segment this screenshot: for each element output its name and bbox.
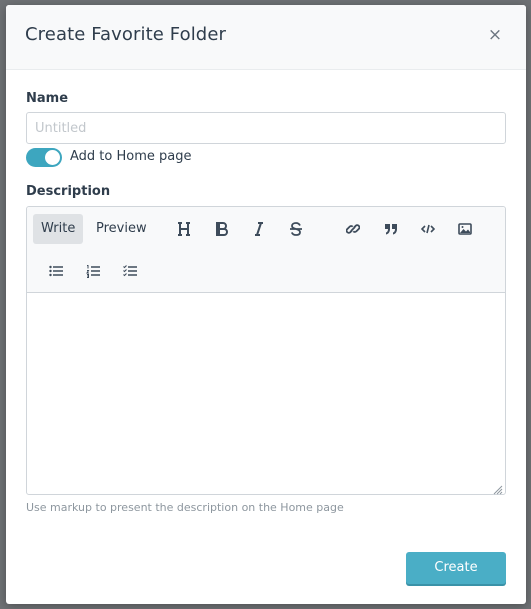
create-button[interactable]: Create — [406, 552, 506, 584]
code-icon — [421, 224, 435, 234]
image-icon — [458, 223, 472, 235]
description-textarea[interactable] — [27, 292, 505, 494]
heading-icon — [178, 222, 190, 236]
italic-icon — [255, 222, 263, 236]
dialog-header: Create Favorite Folder × — [6, 5, 526, 70]
name-input[interactable] — [26, 112, 506, 144]
name-label: Name — [26, 91, 69, 106]
task-list-icon — [123, 265, 137, 277]
bulleted-list-icon — [49, 265, 63, 277]
quote-icon — [385, 224, 397, 235]
bold-icon — [216, 222, 228, 236]
image-button[interactable] — [454, 218, 476, 240]
quote-button[interactable] — [380, 218, 402, 240]
bulleted-list-button[interactable] — [45, 260, 67, 282]
heading-button[interactable] — [173, 218, 195, 240]
close-icon: × — [487, 25, 503, 45]
bold-button[interactable] — [211, 218, 233, 240]
dialog-title: Create Favorite Folder — [25, 24, 227, 45]
code-button[interactable] — [417, 218, 439, 240]
add-to-home-label: Add to Home page — [70, 149, 192, 164]
resize-handle-icon[interactable] — [491, 480, 503, 495]
create-favorite-folder-dialog: Create Favorite Folder × Name Add to Hom… — [6, 5, 526, 604]
description-editor: Write Preview — [26, 206, 506, 495]
link-button[interactable] — [342, 218, 364, 240]
numbered-list-icon — [86, 265, 100, 278]
tab-write[interactable]: Write — [33, 214, 84, 244]
strikethrough-button[interactable] — [285, 218, 307, 240]
numbered-list-button[interactable] — [82, 260, 104, 282]
editor-toolbar: Write Preview — [27, 207, 505, 293]
toggle-knob — [45, 150, 60, 165]
close-button[interactable]: × — [486, 26, 504, 44]
description-help-text: Use markup to present the description on… — [26, 501, 344, 514]
italic-button[interactable] — [248, 218, 270, 240]
tab-preview[interactable]: Preview — [88, 214, 155, 244]
link-icon — [346, 224, 360, 234]
strikethrough-icon — [290, 222, 302, 236]
add-to-home-toggle[interactable] — [26, 148, 62, 167]
description-label: Description — [26, 184, 111, 199]
task-list-button[interactable] — [119, 260, 141, 282]
